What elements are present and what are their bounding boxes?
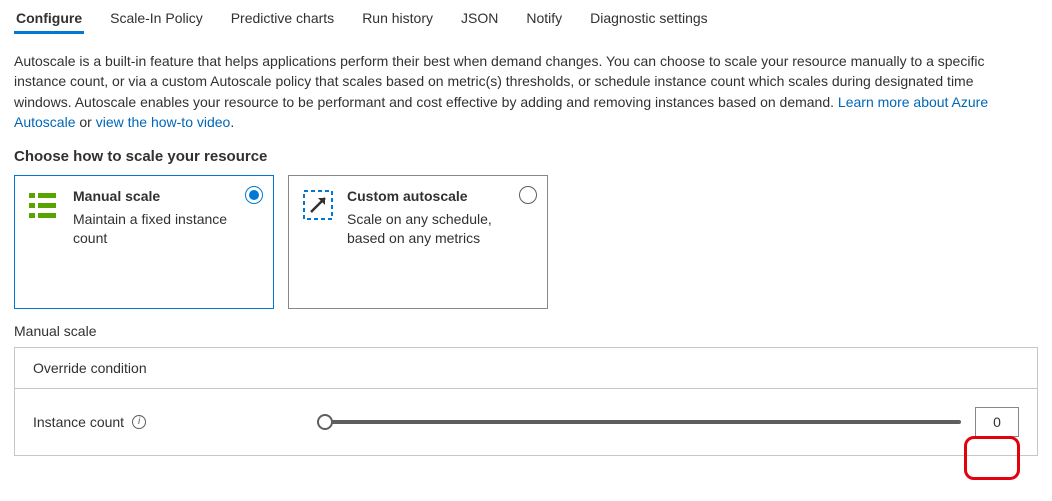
manual-scale-heading: Manual scale xyxy=(14,323,1038,339)
manual-scale-panel: Override condition Instance count i 0 xyxy=(14,347,1038,456)
instance-count-row: Instance count i 0 xyxy=(15,389,1037,455)
intro-tail: . xyxy=(230,114,234,130)
card-custom-autoscale[interactable]: Custom autoscale Scale on any schedule, … xyxy=(288,175,548,309)
tab-predictive-charts[interactable]: Predictive charts xyxy=(229,6,336,34)
card-manual-scale[interactable]: Manual scale Maintain a fixed instance c… xyxy=(14,175,274,309)
intro-paragraph: Autoscale is a built-in feature that hel… xyxy=(14,51,1024,132)
tab-json[interactable]: JSON xyxy=(459,6,500,34)
intro-middle: or xyxy=(75,114,95,130)
card-manual-title: Manual scale xyxy=(73,188,239,204)
card-manual-desc: Maintain a fixed instance count xyxy=(73,210,239,248)
radio-custom-autoscale[interactable] xyxy=(519,186,537,204)
content-area: Autoscale is a built-in feature that hel… xyxy=(0,35,1052,472)
card-custom-title: Custom autoscale xyxy=(347,188,513,204)
override-condition-label: Override condition xyxy=(15,348,1037,389)
tab-run-history[interactable]: Run history xyxy=(360,6,435,34)
tab-notify[interactable]: Notify xyxy=(524,6,564,34)
instance-count-value[interactable]: 0 xyxy=(975,407,1019,437)
choose-scale-title: Choose how to scale your resource xyxy=(14,148,1038,165)
instance-count-slider[interactable]: 0 xyxy=(325,407,1019,437)
instance-count-label: Instance count xyxy=(33,414,124,430)
card-custom-desc: Scale on any schedule, based on any metr… xyxy=(347,210,513,248)
radio-manual-scale[interactable] xyxy=(245,186,263,204)
manual-scale-icon xyxy=(29,188,61,296)
slider-thumb[interactable] xyxy=(317,414,333,430)
tab-diagnostic-settings[interactable]: Diagnostic settings xyxy=(588,6,710,34)
tab-configure[interactable]: Configure xyxy=(14,6,84,34)
tab-scale-in-policy[interactable]: Scale-In Policy xyxy=(108,6,205,34)
tab-bar: Configure Scale-In Policy Predictive cha… xyxy=(0,0,1052,35)
link-howto-video[interactable]: view the how-to video xyxy=(96,114,231,130)
custom-autoscale-icon xyxy=(303,188,335,296)
scale-option-cards: Manual scale Maintain a fixed instance c… xyxy=(14,175,1038,309)
info-icon[interactable]: i xyxy=(132,415,146,429)
